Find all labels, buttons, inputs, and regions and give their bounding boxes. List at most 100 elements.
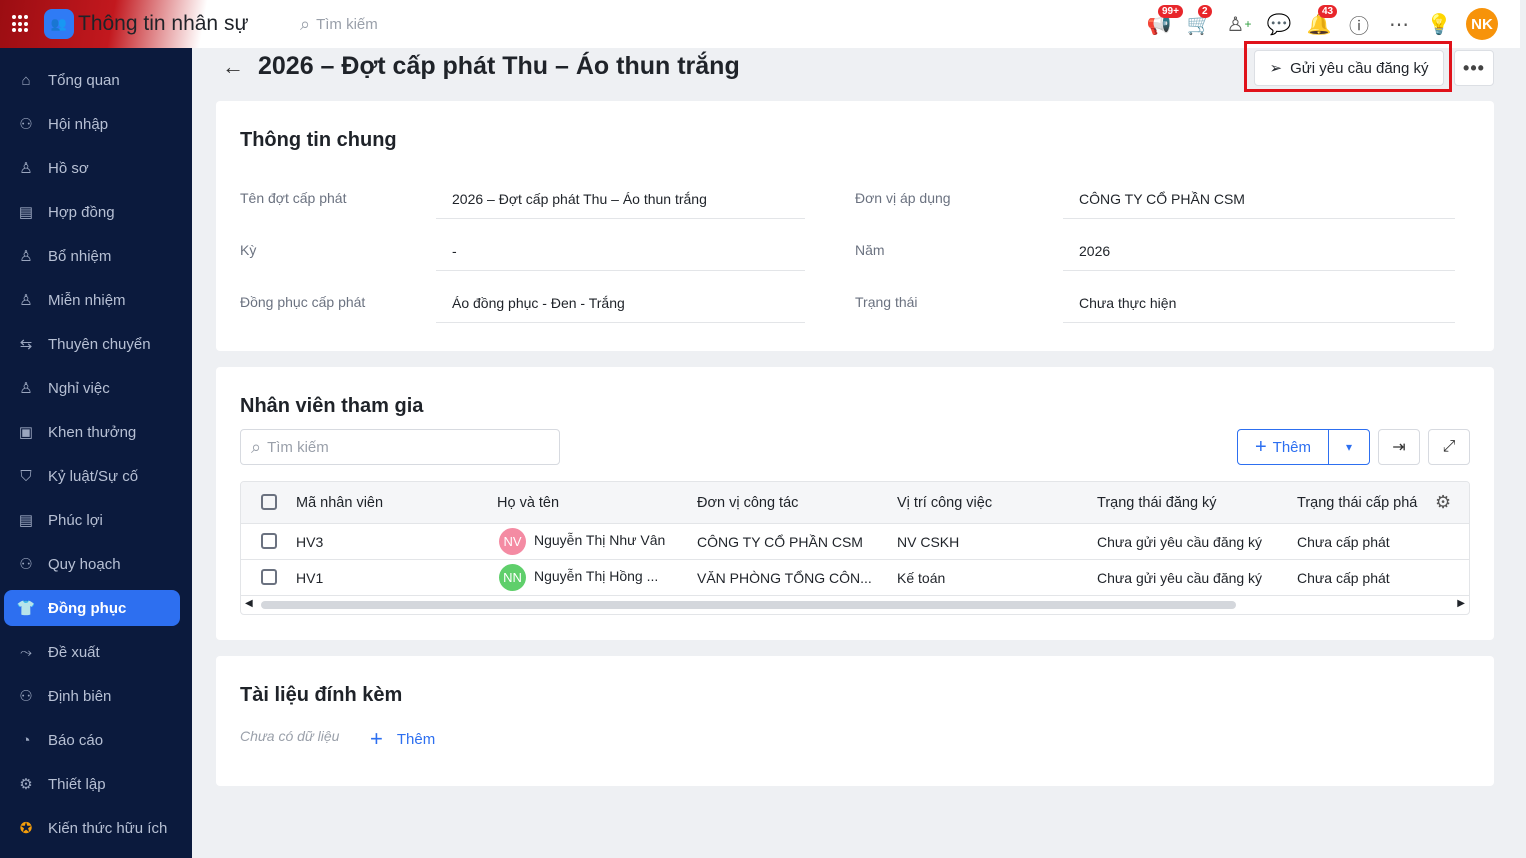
sidebar-item[interactable]: ⌂ Tổng quan	[4, 62, 180, 98]
export-icon: ⇥	[1392, 439, 1406, 456]
sidebar-item[interactable]: ♙ Nghỉ việc	[4, 370, 180, 406]
select-all-checkbox[interactable]	[261, 494, 277, 510]
back-arrow-icon[interactable]: ←	[222, 54, 244, 80]
sidebar-item-icon: ♙	[19, 380, 33, 397]
add-attachment-button[interactable]: + Thêm	[370, 726, 435, 752]
column-settings-icon[interactable]: ⚙	[1435, 492, 1451, 513]
code-cell: HV1	[296, 569, 324, 586]
section-title: Nhân viên tham gia	[240, 395, 424, 417]
more-actions-button[interactable]: •••	[1454, 50, 1494, 86]
column-header[interactable]: Trạng thái cấp phá	[1297, 495, 1417, 511]
sidebar-item[interactable]: ⚇ Hội nhập	[4, 106, 180, 142]
sidebar-item-icon: ⚇	[19, 116, 33, 133]
sidebar-item[interactable]: ⚙ Thiết lập	[4, 766, 180, 802]
sidebar-item[interactable]: ▣ Khen thưởng	[4, 414, 180, 450]
reg_status-cell: Chưa gửi yêu cầu đăng ký	[1097, 533, 1263, 550]
field-value: CÔNG TY CỔ PHẦN CSM	[1063, 189, 1455, 219]
sidebar-item-icon: ♙	[19, 160, 33, 177]
participants-card: Nhân viên tham gia ⌕ Tìm kiếm + Thêm ▾ ⇥ …	[216, 367, 1494, 640]
brand: 👥 Thông tin nhân sự	[0, 0, 280, 48]
knowledge-icon[interactable]: 💡	[1426, 11, 1452, 37]
unit-cell: VĂN PHÒNG TỔNG CÔN...	[697, 569, 872, 586]
general-info-card: Thông tin chung Tên đợt cấp phát 2026 – …	[216, 101, 1494, 351]
participant-search-input[interactable]: ⌕ Tìm kiếm	[240, 429, 560, 465]
sidebar-item-label: Báo cáo	[48, 731, 104, 749]
employee-name-cell: NN Nguyễn Thị Hồng ...	[499, 564, 658, 591]
global-search[interactable]: ⌕ Tìm kiếm	[300, 14, 378, 35]
row-checkbox[interactable]	[261, 569, 277, 585]
apps-grid-icon[interactable]	[12, 15, 30, 33]
sidebar-item[interactable]: ⛉ Kỷ luật/Sự cố	[4, 458, 180, 494]
more-icon[interactable]: ⋯	[1386, 11, 1412, 37]
cart-badge: 2	[1198, 5, 1212, 18]
help-icon[interactable]: ⓘ	[1346, 11, 1372, 38]
cart-icon[interactable]: 🛒 2	[1186, 5, 1212, 37]
horizontal-scrollbar[interactable]: ◀ ▶	[241, 596, 1469, 614]
position-cell: NV CSKH	[897, 533, 960, 550]
sidebar-item-icon: ▤	[18, 204, 34, 221]
section-title: Tài liệu đính kèm	[240, 684, 403, 706]
sidebar-item-label: Kỷ luật/Sự cố	[48, 467, 139, 485]
column-header[interactable]: Đơn vị công tác	[697, 495, 798, 511]
scroll-right-icon[interactable]: ▶	[1457, 598, 1465, 609]
add-participant-button[interactable]: + Thêm ▾	[1237, 429, 1370, 465]
sidebar-item-label: Định biên	[48, 687, 112, 705]
sidebar-item-label: Hồ sơ	[48, 159, 89, 177]
notification-badge: 43	[1318, 5, 1338, 18]
add-button-main[interactable]: + Thêm	[1238, 430, 1329, 464]
issue_status-cell: Chưa cấp phát	[1297, 569, 1390, 586]
sidebar-item-icon: ⛉	[20, 467, 32, 485]
bell-icon[interactable]: 🔔 43	[1306, 5, 1338, 37]
employee-name-cell: NV Nguyễn Thị Như Vân	[499, 528, 665, 555]
column-header[interactable]: Vị trí công việc	[897, 495, 992, 511]
scroll-left-icon[interactable]: ◀	[245, 598, 253, 609]
app-logo-icon: 👥	[44, 9, 74, 39]
export-button[interactable]: ⇥	[1378, 429, 1420, 465]
field-value: 2026 – Đợt cấp phát Thu – Áo thun trắng	[436, 189, 805, 219]
sidebar-item-icon: ▤	[18, 512, 34, 529]
sidebar-item[interactable]: ♙ Hồ sơ	[4, 150, 180, 186]
table-row[interactable]: HV1 NN Nguyễn Thị Hồng ... VĂN PHÒNG TỔNG C…	[241, 560, 1469, 596]
sidebar-item[interactable]: ⇆ Thuyên chuyển	[4, 326, 180, 362]
search-placeholder: Tìm kiếm	[316, 15, 378, 33]
megaphone-icon[interactable]: 📢 99+	[1146, 5, 1183, 37]
field-label: Năm	[855, 242, 885, 258]
user-avatar[interactable]: NK	[1466, 8, 1498, 40]
sidebar-item[interactable]: ♙ Miễn nhiệm	[4, 282, 180, 318]
row-checkbox[interactable]	[261, 533, 277, 549]
field-label: Đơn vị áp dụng	[855, 190, 951, 206]
sidebar-item-label: Đồng phục	[48, 599, 127, 617]
chat-icon[interactable]: 💬	[1266, 11, 1292, 37]
chevron-down-icon[interactable]: ▾	[1329, 430, 1369, 464]
section-title: Thông tin chung	[240, 129, 397, 151]
column-header[interactable]: Trạng thái đăng ký	[1097, 495, 1217, 511]
highlight-box	[1244, 41, 1452, 92]
column-header[interactable]: Mã nhân viên	[296, 495, 383, 511]
employee-name: Nguyễn Thị Hồng ...	[534, 568, 659, 585]
sidebar-item-label: Quy hoạch	[48, 555, 121, 573]
sidebar-item-icon: ⇆	[19, 336, 33, 353]
sidebar-item[interactable]: ▤ Hợp đồng	[4, 194, 180, 230]
participants-table: Mã nhân viên Họ và tên Đơn vị công tác V…	[240, 481, 1470, 615]
add-user-icon[interactable]: ♙ +	[1226, 11, 1252, 37]
scrollbar-thumb[interactable]	[261, 601, 1236, 609]
sidebar-item-label: Đề xuất	[48, 643, 100, 661]
field-value: Áo đồng phục - Đen - Trắng	[436, 293, 805, 323]
sidebar-item[interactable]: ⚇ Quy hoạch	[4, 546, 180, 582]
table-header: Mã nhân viên Họ và tên Đơn vị công tác V…	[241, 482, 1469, 524]
sidebar-item[interactable]: 👕 Đồng phục	[4, 590, 180, 626]
sidebar-item[interactable]: ▤ Phúc lợi	[4, 502, 180, 538]
fullscreen-button[interactable]: ⤢	[1428, 429, 1470, 465]
sidebar-item-icon: 👕	[16, 600, 36, 617]
sidebar-item-label: Hội nhập	[48, 115, 109, 133]
sidebar: ⌂ Tổng quan ⚇ Hội nhập ♙ Hồ sơ ▤ Hợp đồng ♙ Bổ nh…	[0, 48, 192, 858]
sidebar-item[interactable]: ✪ Kiến thức hữu ích	[4, 810, 180, 846]
field-value: 2026	[1063, 241, 1455, 271]
issue_status-cell: Chưa cấp phát	[1297, 533, 1390, 550]
sidebar-item[interactable]: ◔ Báo cáo	[4, 722, 180, 758]
table-row[interactable]: HV3 NV Nguyễn Thị Như Vân CÔNG TY CỔ PHẦN C…	[241, 524, 1469, 560]
sidebar-item[interactable]: ♙ Bổ nhiệm	[4, 238, 180, 274]
sidebar-item[interactable]: ⚇ Định biên	[4, 678, 180, 714]
sidebar-item[interactable]: ⤳ Đề xuất	[4, 634, 180, 670]
column-header[interactable]: Họ và tên	[497, 495, 559, 511]
